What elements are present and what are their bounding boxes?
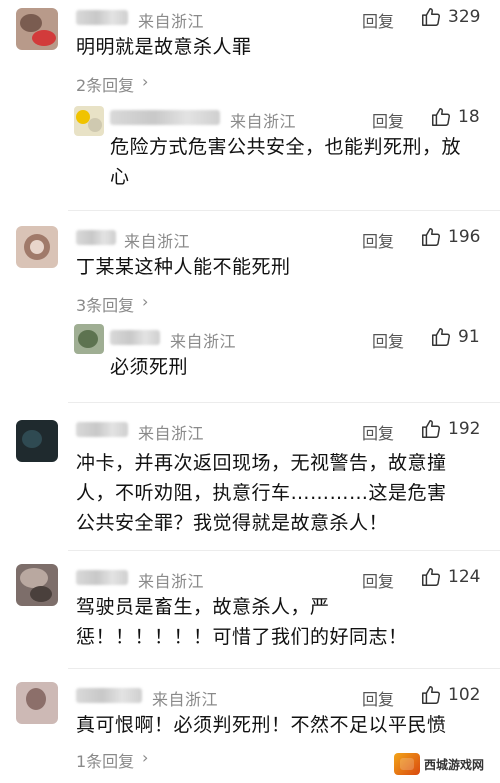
reply-text-line: 必须死刑: [110, 356, 189, 378]
like-button[interactable]: 329: [420, 6, 480, 28]
username-blurred[interactable]: [76, 422, 128, 437]
comment-text: 丁某某这种人能不能死刑: [76, 256, 291, 278]
comment-text-line: 冲卡，并再次返回现场，无视警告，故意撞: [76, 452, 447, 474]
comment-1: 来自浙江 回复 329 明明就是故意杀人罪 2条回复 › 来自浙江 回复 18 …: [0, 0, 500, 220]
view-replies-link[interactable]: 3条回复: [76, 292, 134, 316]
like-count: 192: [448, 419, 481, 439]
view-replies-link[interactable]: 2条回复: [76, 72, 134, 96]
watermark: 西城游戏网: [387, 751, 490, 777]
reply-button[interactable]: 回复: [362, 228, 394, 252]
chevron-right-icon[interactable]: ›: [142, 748, 148, 767]
divider: [68, 550, 500, 551]
like-button[interactable]: 91: [430, 326, 480, 348]
reply-button[interactable]: 回复: [362, 420, 394, 444]
avatar[interactable]: [74, 324, 104, 354]
reply-button[interactable]: 回复: [372, 328, 404, 352]
like-button[interactable]: 18: [430, 106, 480, 128]
like-button[interactable]: 196: [420, 226, 480, 248]
username-blurred[interactable]: [76, 230, 116, 245]
avatar[interactable]: [16, 8, 58, 50]
comment-text-line: 惩！！！！！！可惜了我们的好同志！: [76, 626, 408, 648]
watermark-logo-icon: [393, 753, 420, 775]
location-label: 来自浙江: [124, 232, 191, 251]
chevron-right-icon[interactable]: ›: [142, 292, 148, 311]
chevron-right-icon[interactable]: ›: [142, 72, 148, 91]
location-label: 来自浙江: [138, 424, 205, 443]
reply-button[interactable]: 回复: [372, 108, 404, 132]
avatar[interactable]: [16, 564, 58, 606]
location-label: 来自浙江: [138, 572, 205, 591]
view-replies-link[interactable]: 1条回复: [76, 748, 134, 772]
thumbs-up-icon: [432, 108, 450, 126]
like-button[interactable]: 102: [420, 684, 480, 706]
username-blurred[interactable]: [110, 110, 220, 125]
like-count: 196: [448, 227, 481, 247]
comment-text-line: 公共安全罪？我觉得就是故意杀人！: [76, 512, 389, 534]
avatar[interactable]: [16, 682, 58, 724]
location-label: 来自浙江: [170, 332, 237, 351]
comment-text: 真可恨啊！必须判死刑！不然不足以平民愤: [76, 714, 447, 736]
reply-button[interactable]: 回复: [362, 686, 394, 710]
thumbs-up-icon: [422, 420, 440, 438]
like-count: 329: [448, 7, 481, 27]
reply-text-line: 心: [110, 166, 130, 188]
avatar[interactable]: [16, 420, 58, 462]
location-label: 来自浙江: [230, 112, 297, 131]
divider: [68, 210, 500, 211]
reply-button[interactable]: 回复: [362, 568, 394, 592]
thumbs-up-icon: [422, 568, 440, 586]
comment-3: 来自浙江 回复 192 冲卡，并再次返回现场，无视警告，故意撞 人，不听劝阻，执…: [0, 412, 500, 552]
reply-button[interactable]: 回复: [362, 8, 394, 32]
comment-2: 来自浙江 回复 196 丁某某这种人能不能死刑 3条回复 › 来自浙江 回复 9…: [0, 220, 500, 410]
thumbs-up-icon: [422, 686, 440, 704]
like-count: 91: [458, 327, 480, 347]
avatar[interactable]: [74, 106, 104, 136]
like-button[interactable]: 124: [420, 566, 480, 588]
username-blurred[interactable]: [76, 688, 142, 703]
location-label: 来自浙江: [152, 690, 219, 709]
thumbs-up-icon: [422, 8, 440, 26]
username-blurred[interactable]: [76, 570, 128, 585]
avatar[interactable]: [16, 226, 58, 268]
comment-text-line: 人，不听劝阻，执意行车…………这是危害: [76, 482, 447, 504]
thumbs-up-icon: [432, 328, 450, 346]
divider: [68, 668, 500, 669]
watermark-text: 西城游戏网: [423, 757, 484, 772]
reply-text-line: 危险方式危害公共安全，也能判死刑，放: [110, 136, 462, 158]
location-label: 来自浙江: [138, 12, 205, 31]
comment-text-line: 驾驶员是畜生，故意杀人，严: [76, 596, 330, 618]
like-count: 18: [458, 107, 480, 127]
like-count: 124: [448, 567, 481, 587]
comment-4: 来自浙江 回复 124 驾驶员是畜生，故意杀人，严 惩！！！！！！可惜了我们的好…: [0, 560, 500, 670]
like-count: 102: [448, 685, 481, 705]
username-blurred[interactable]: [76, 10, 128, 25]
username-blurred[interactable]: [110, 330, 160, 345]
like-button[interactable]: 192: [420, 418, 480, 440]
thumbs-up-icon: [422, 228, 440, 246]
comment-text: 明明就是故意杀人罪: [76, 36, 252, 58]
divider: [68, 402, 500, 403]
